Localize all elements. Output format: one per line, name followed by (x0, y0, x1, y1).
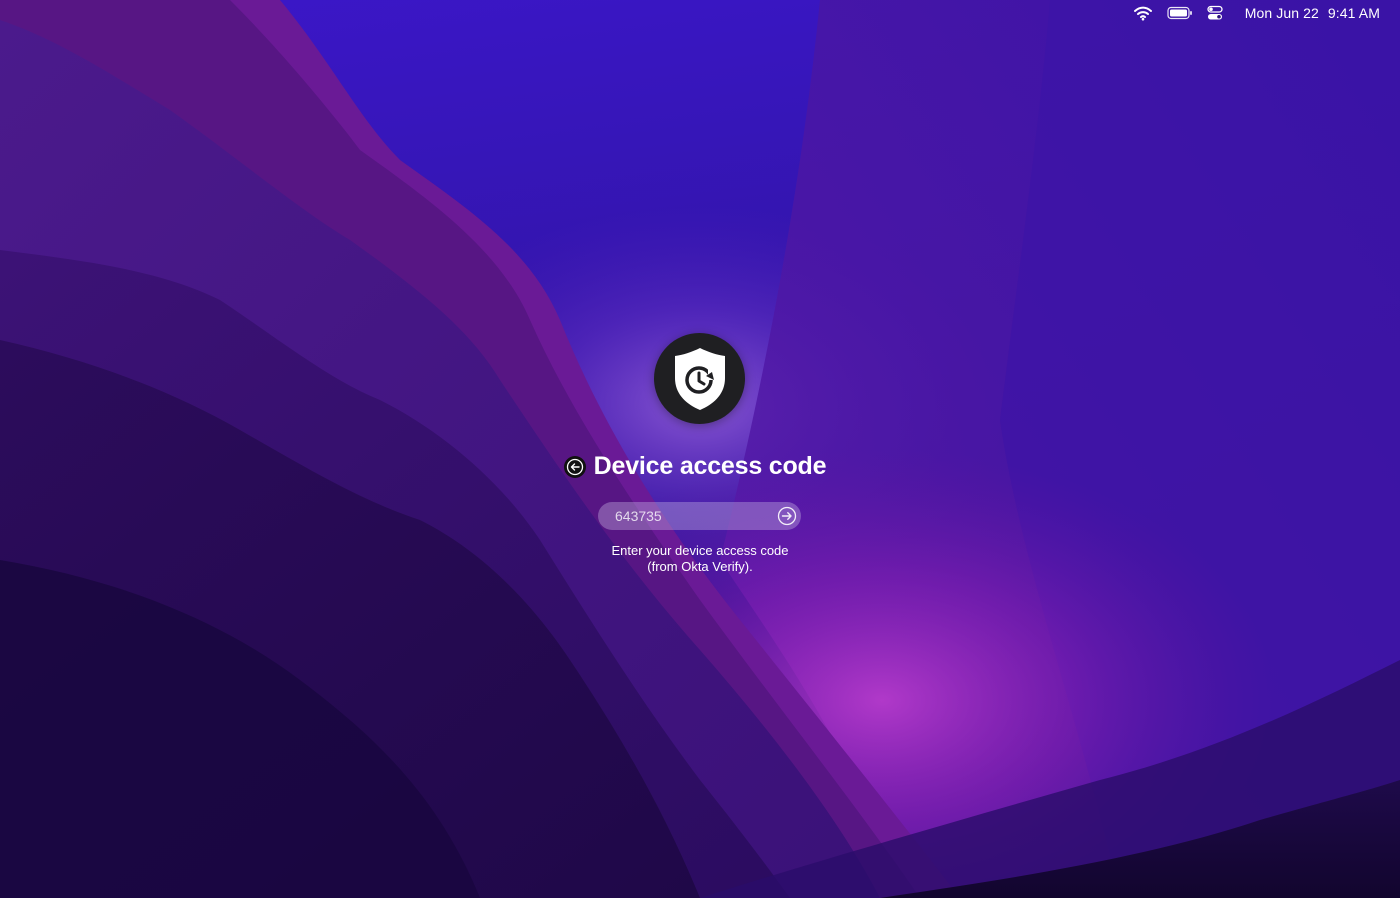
access-code-field (598, 502, 801, 530)
arrow-right-circle-icon (777, 506, 797, 526)
login-screen: Mon Jun 22 9:41 AM Device access code 64… (0, 0, 1400, 898)
access-code-input[interactable] (598, 503, 775, 529)
shield-clock-icon (654, 333, 745, 424)
instruction-line-1: Enter your device access code (611, 543, 789, 558)
back-button[interactable] (563, 455, 586, 478)
title-row: Device access code (0, 452, 1400, 481)
device-access-panel: Device access code Enter your device acc… (0, 0, 1400, 898)
page-title: Device access code (593, 452, 827, 480)
submit-button[interactable] (777, 506, 797, 526)
instruction-line-2: (from Okta Verify). (647, 559, 753, 574)
arrow-left-circle-icon (566, 458, 583, 475)
instruction-text: Enter your device access code (from Okta… (0, 543, 1400, 575)
